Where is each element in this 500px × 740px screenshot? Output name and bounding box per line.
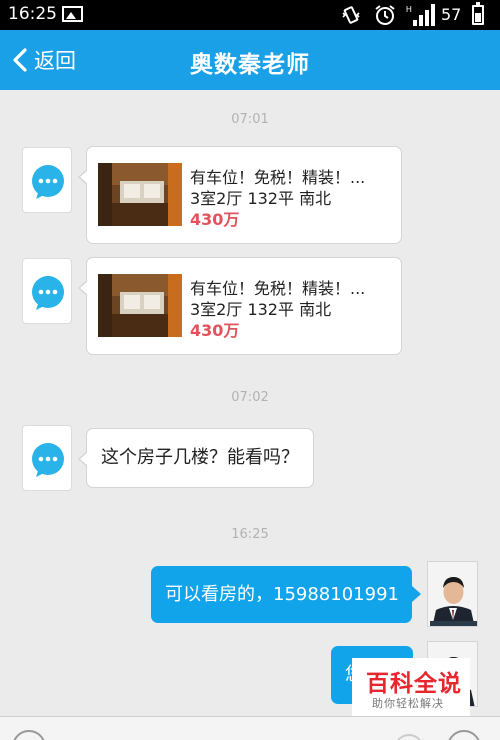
listing-thumbnail (98, 163, 182, 226)
status-time: 16:25 (8, 4, 57, 24)
timestamp: 07:02 (231, 390, 269, 405)
timestamp: 16:25 (231, 527, 269, 542)
contact-avatar[interactable] (22, 425, 72, 491)
outgoing-message[interactable]: 可以看房的，15988101991 (151, 566, 421, 623)
input-bar (0, 716, 500, 740)
chat-bubble-icon (32, 165, 64, 199)
vibrate-icon (342, 6, 360, 24)
chat-header: 返回 奥数秦老师 (0, 30, 500, 90)
battery-percent: 57 (441, 5, 462, 24)
listing-card[interactable]: 有车位！免税！精装！... 3室2厅 132平 南北 430万 (78, 146, 402, 244)
listing-price: 430万 (190, 210, 240, 229)
alarm-icon (375, 5, 395, 25)
status-bar: 16:25 H 57 (0, 0, 500, 30)
page-title: 奥数秦老师 (190, 52, 310, 78)
listing-card[interactable]: 有车位！免税！精装！... 3室2厅 132平 南北 430万 (78, 257, 402, 355)
signal-icon: H (406, 4, 435, 26)
timestamp: 07:01 (231, 112, 269, 127)
add-more-icon[interactable] (447, 730, 481, 740)
user-photo (428, 562, 477, 626)
watermark: 百科全说 助你轻松解决 (352, 658, 470, 716)
watermark-subtitle: 助你轻松解决 (372, 697, 444, 710)
voice-toggle-icon[interactable] (12, 730, 46, 740)
contact-avatar[interactable] (22, 147, 72, 213)
image-icon (62, 6, 83, 22)
listing-thumbnail (98, 274, 182, 337)
chat-bubble-icon (32, 276, 64, 310)
battery-icon (472, 2, 484, 25)
incoming-message[interactable]: 这个房子几楼？能看吗？ (78, 428, 314, 488)
emoji-icon[interactable] (394, 734, 424, 740)
contact-avatar[interactable] (22, 258, 72, 324)
listing-price: 430万 (190, 321, 240, 340)
signal-type: H (406, 5, 412, 14)
my-avatar[interactable] (427, 561, 478, 627)
chat-bubble-icon (32, 443, 64, 477)
watermark-title: 百科全说 (366, 671, 462, 697)
